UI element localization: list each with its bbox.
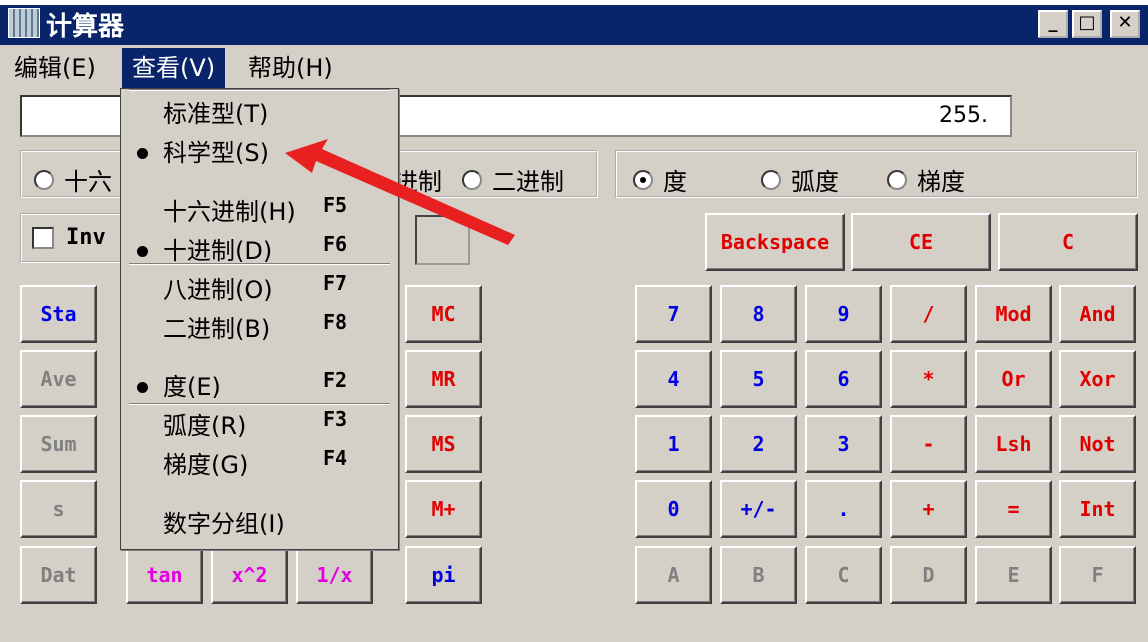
stat-button-0[interactable]: Sta (20, 285, 97, 343)
key-2-0[interactable]: 1 (635, 415, 712, 473)
key-3-2[interactable]: . (805, 480, 882, 538)
menu-item-9[interactable]: 数字分组(I) (121, 505, 398, 543)
menu-item-4[interactable]: 八进制(O) F7 (121, 271, 398, 309)
red-arrow-annotation (285, 139, 515, 245)
key-4-1[interactable]: B (720, 546, 797, 604)
memory-button-3[interactable]: M+ (405, 480, 482, 538)
radio-hex[interactable]: 十六 (34, 162, 112, 197)
title-bar (0, 5, 1148, 45)
radio-circle (887, 169, 907, 190)
menu-edit[interactable]: 编辑(E) (4, 48, 106, 88)
menu-item-label: 标准型(T) (163, 100, 269, 128)
key-2-4[interactable]: Lsh (975, 415, 1052, 473)
menu-item-label: 二进制(B) (163, 315, 271, 343)
x-squared-button[interactable]: x^2 (211, 546, 288, 604)
key-2-2[interactable]: 3 (805, 415, 882, 473)
maximize-button[interactable]: □ (1072, 10, 1102, 38)
menu-item-label: 八进制(O) (163, 276, 273, 304)
radio-label: 十六 (64, 168, 112, 196)
key-3-3[interactable]: + (890, 480, 967, 538)
stat-button-3[interactable]: s (20, 480, 97, 538)
tan-button[interactable]: tan (126, 546, 203, 604)
inv-label: Inv (66, 225, 106, 250)
menu-view[interactable]: 查看(V) (122, 48, 226, 88)
menu-item-label: 数字分组(I) (163, 510, 285, 538)
check-dot-icon (137, 246, 148, 257)
menu-item-0[interactable]: 标准型(T) (121, 95, 398, 133)
key-2-5[interactable]: Not (1059, 415, 1136, 473)
memory-button-1[interactable]: MR (405, 350, 482, 408)
menu-item-shortcut: F8 (323, 310, 348, 334)
memory-button-0[interactable]: MC (405, 285, 482, 343)
key-0-1[interactable]: 8 (720, 285, 797, 343)
key-4-2[interactable]: C (805, 546, 882, 604)
reciprocal-button[interactable]: 1/x (296, 546, 373, 604)
radio-gradian[interactable]: 梯度 (887, 162, 965, 197)
memory-button-2[interactable]: MS (405, 415, 482, 473)
stat-button-4[interactable]: Dat (20, 546, 97, 604)
radio-circle (761, 169, 781, 190)
c-button[interactable]: C (998, 213, 1138, 271)
radio-label: 梯度 (917, 168, 965, 196)
key-1-2[interactable]: 6 (805, 350, 882, 408)
key-1-5[interactable]: Xor (1059, 350, 1136, 408)
menu-item-label: 十进制(D) (163, 237, 273, 265)
inv-group: Inv (20, 213, 130, 263)
key-4-0[interactable]: A (635, 546, 712, 604)
key-0-0[interactable]: 7 (635, 285, 712, 343)
key-0-5[interactable]: And (1059, 285, 1136, 343)
key-3-5[interactable]: Int (1059, 480, 1136, 538)
key-4-4[interactable]: E (975, 546, 1052, 604)
menu-item-label: 度(E) (163, 373, 221, 401)
check-dot-icon (137, 382, 148, 393)
ce-button[interactable]: CE (851, 213, 991, 271)
menu-item-shortcut: F4 (323, 446, 348, 470)
radio-degree[interactable]: 度 (633, 162, 687, 197)
menu-separator (129, 89, 390, 91)
radio-circle (633, 169, 653, 190)
close-button[interactable]: ✕ (1110, 10, 1140, 38)
stat-button-2[interactable]: Sum (20, 415, 97, 473)
radio-label: 弧度 (791, 168, 839, 196)
key-2-3[interactable]: - (890, 415, 967, 473)
menu-item-shortcut: F2 (323, 368, 348, 392)
radio-circle (34, 169, 54, 190)
menu-item-shortcut: F7 (323, 271, 348, 295)
radio-label: 度 (663, 168, 687, 196)
key-1-3[interactable]: * (890, 350, 967, 408)
minimize-button[interactable]: _ (1038, 10, 1068, 38)
menu-help[interactable]: 帮助(H) (238, 48, 343, 88)
check-dot-icon (137, 148, 148, 159)
radio-radian[interactable]: 弧度 (761, 162, 839, 197)
menu-item-7[interactable]: 弧度(R) F3 (121, 407, 398, 445)
memory-button-4[interactable]: pi (405, 546, 482, 604)
window-title: 计算器 (46, 12, 125, 42)
key-3-4[interactable]: = (975, 480, 1052, 538)
key-1-4[interactable]: Or (975, 350, 1052, 408)
angle-group: 度 弧度 梯度 (615, 150, 1138, 198)
key-0-2[interactable]: 9 (805, 285, 882, 343)
key-0-3[interactable]: / (890, 285, 967, 343)
key-4-5[interactable]: F (1059, 546, 1136, 604)
menu-item-label: 梯度(G) (163, 451, 249, 479)
menu-item-6[interactable]: 度(E) F2 (121, 368, 398, 406)
stat-button-1[interactable]: Ave (20, 350, 97, 408)
key-1-0[interactable]: 4 (635, 350, 712, 408)
key-0-4[interactable]: Mod (975, 285, 1052, 343)
key-4-3[interactable]: D (890, 546, 967, 604)
menu-item-8[interactable]: 梯度(G) F4 (121, 446, 398, 484)
calculator-icon (8, 8, 40, 38)
key-3-0[interactable]: 0 (635, 480, 712, 538)
menu-item-label: 十六进制(H) (163, 198, 296, 226)
backspace-button[interactable]: Backspace (705, 213, 845, 271)
key-3-1[interactable]: +/- (720, 480, 797, 538)
menu-item-label: 弧度(R) (163, 412, 247, 440)
menu-item-shortcut: F3 (323, 407, 348, 431)
menu-item-5[interactable]: 二进制(B) F8 (121, 310, 398, 348)
menu-item-label: 科学型(S) (163, 139, 269, 167)
key-2-1[interactable]: 2 (720, 415, 797, 473)
inv-checkbox[interactable] (32, 227, 54, 249)
key-1-1[interactable]: 5 (720, 350, 797, 408)
